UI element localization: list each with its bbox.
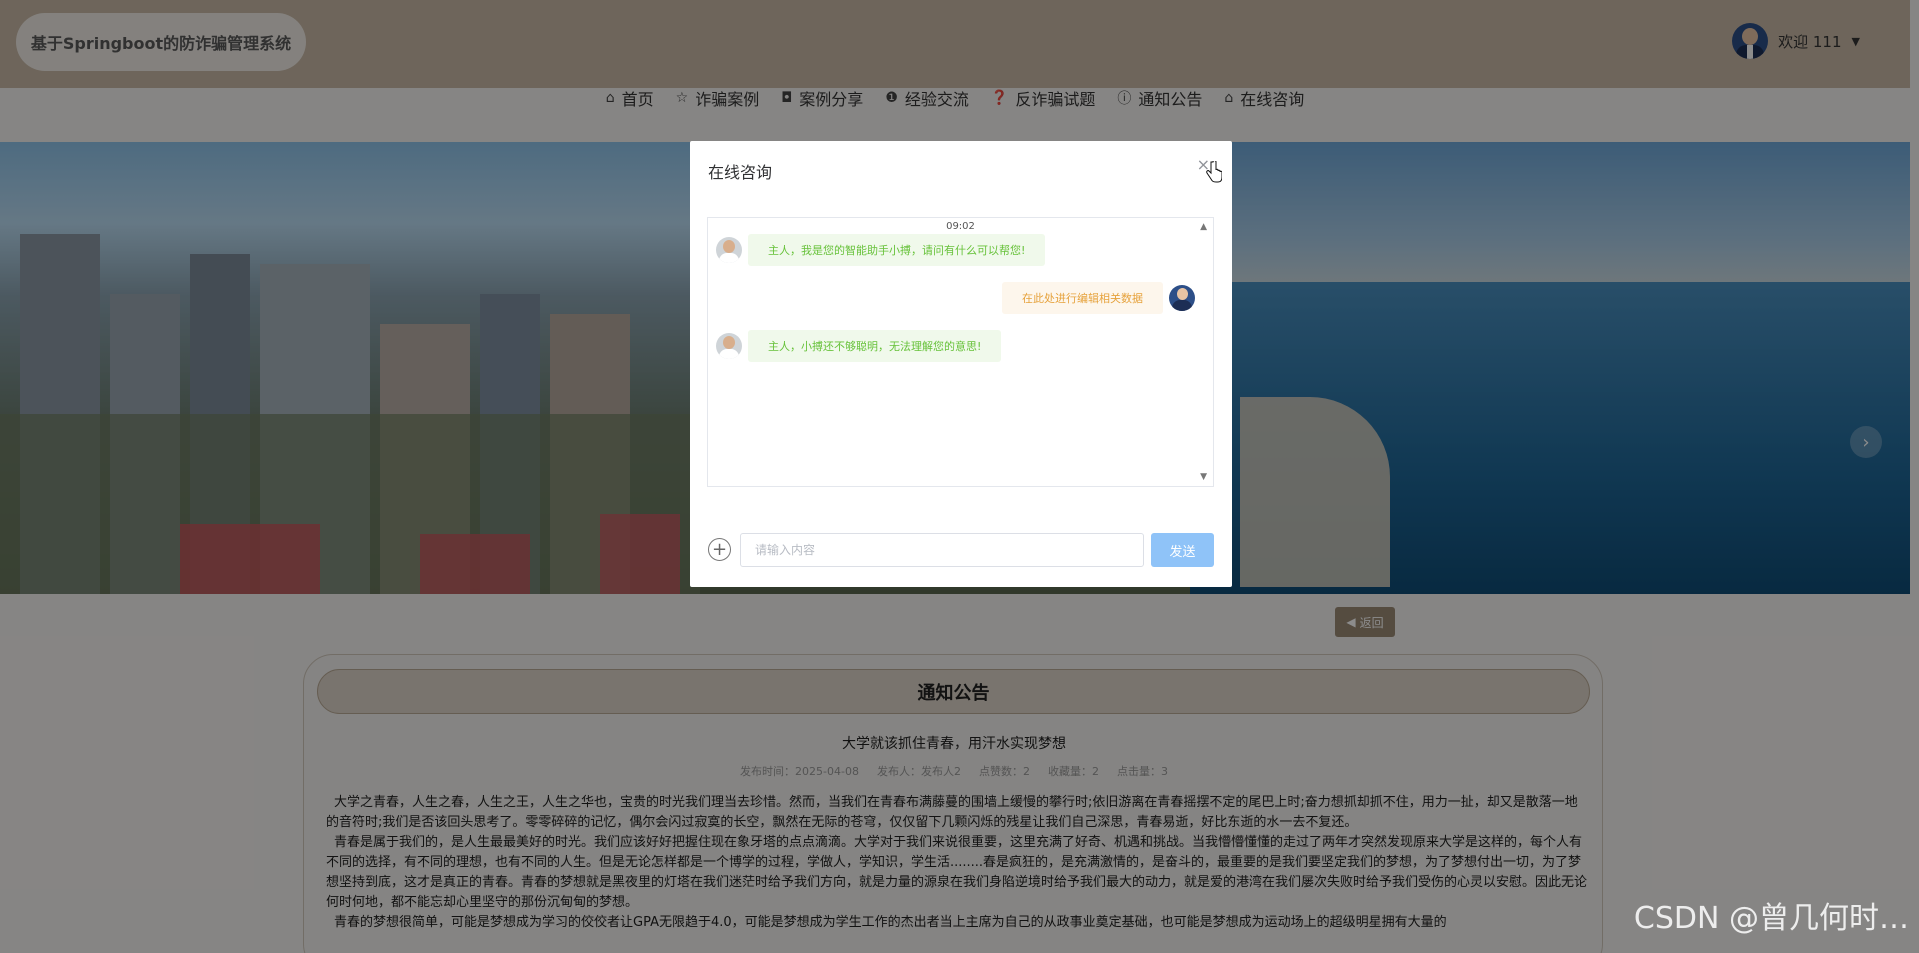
send-button[interactable]: 发送 (1151, 533, 1214, 567)
user-avatar (1169, 285, 1195, 311)
message-bubble: 主人，我是您的智能助手小搏，请问有什么可以帮您! (748, 234, 1046, 266)
watermark: CSDN @曾几何时… (1633, 901, 1909, 936)
chat-message-user: 在此处进行编辑相关数据 (1002, 282, 1195, 314)
scroll-down-arrow-icon[interactable]: ▼ (1200, 472, 1207, 482)
chat-message-bot: 主人，我是您的智能助手小搏，请问有什么可以帮您! (716, 234, 1046, 266)
chat-dialog: 在线咨询 × 09:02 ▲ ▼ 主人，我是您的智能助手小搏，请问有什么可以帮您… (690, 141, 1232, 587)
chat-message-bot: 主人，小搏还不够聪明，无法理解您的意思! (716, 330, 1002, 362)
scroll-up-arrow-icon[interactable]: ▲ (1200, 222, 1207, 232)
dialog-title: 在线咨询 (708, 163, 773, 182)
message-bubble: 主人，小搏还不够聪明，无法理解您的意思! (748, 330, 1002, 362)
chat-timestamp: 09:02 (946, 221, 975, 232)
pointer-cursor-icon (1206, 161, 1222, 183)
add-attachment-icon[interactable]: + (708, 538, 731, 561)
message-bubble: 在此处进行编辑相关数据 (1002, 282, 1163, 314)
message-input[interactable] (740, 533, 1144, 567)
bot-avatar (716, 237, 742, 263)
bot-avatar (716, 333, 742, 359)
chat-history[interactable]: 09:02 ▲ ▼ 主人，我是您的智能助手小搏，请问有什么可以帮您! 在此处进行… (707, 217, 1214, 487)
